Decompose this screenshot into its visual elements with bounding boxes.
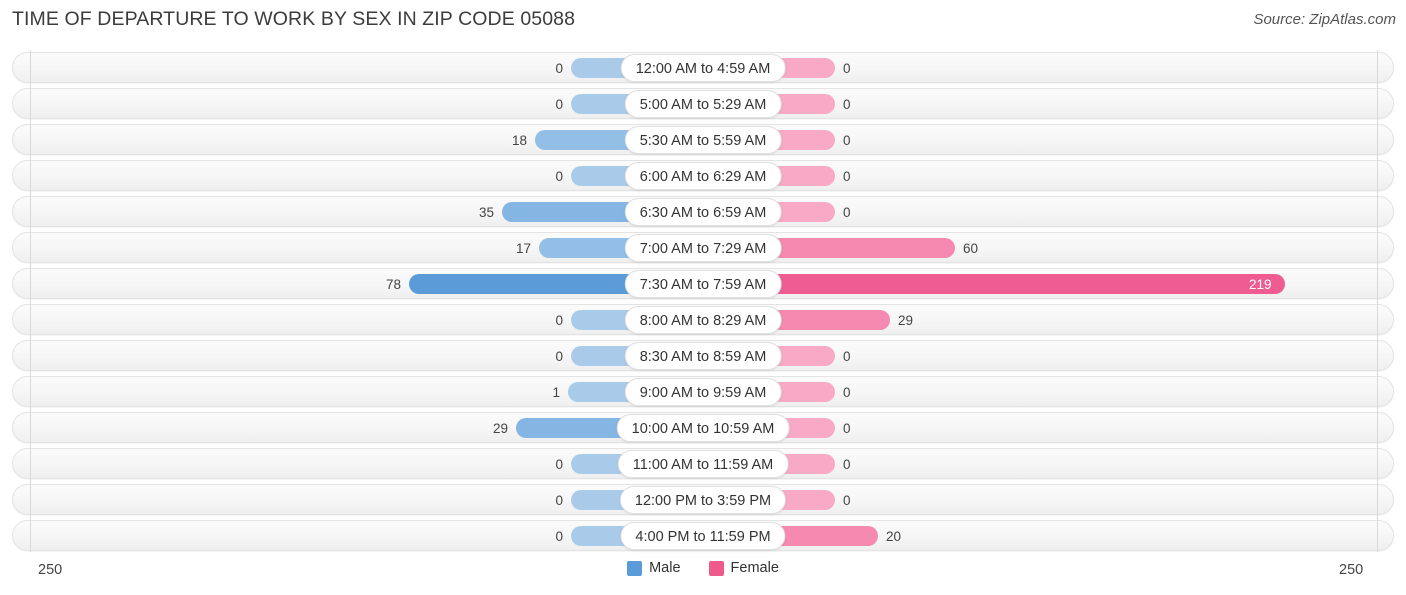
legend-item-female[interactable]: Female — [708, 560, 779, 576]
chart-row[interactable]: 0 29 8:00 AM to 8:29 AM — [0, 302, 1406, 338]
value-label-female: 0 — [843, 97, 851, 112]
category-pill[interactable]: 5:00 AM to 5:29 AM — [624, 90, 782, 118]
chart-header: TIME OF DEPARTURE TO WORK BY SEX IN ZIP … — [0, 0, 1406, 44]
value-label-female: 0 — [843, 61, 851, 76]
value-label-female: 219 — [1249, 277, 1272, 292]
value-label-female: 60 — [963, 241, 979, 256]
value-label-male: 78 — [385, 277, 401, 292]
chart-rows: 0 0 12:00 AM to 4:59 AM 0 0 5:00 AM to 5:29 A… — [0, 50, 1406, 554]
chart-row[interactable]: 0 0 12:00 AM to 4:59 AM — [0, 50, 1406, 86]
category-pill[interactable]: 12:00 PM to 3:59 PM — [619, 486, 787, 514]
category-pill[interactable]: 6:00 AM to 6:29 AM — [624, 162, 782, 190]
value-label-male: 0 — [555, 457, 563, 472]
value-label-male: 0 — [555, 61, 563, 76]
category-pill[interactable]: 11:00 AM to 11:59 AM — [617, 450, 789, 478]
chart-row[interactable]: 0 0 6:00 AM to 6:29 AM — [0, 158, 1406, 194]
chart-row[interactable]: 1 0 9:00 AM to 9:59 AM — [0, 374, 1406, 410]
chart-row[interactable]: 78 219 7:30 AM to 7:59 AM — [0, 266, 1406, 302]
chart-row[interactable]: 17 60 7:00 AM to 7:29 AM — [0, 230, 1406, 266]
category-pill[interactable]: 8:00 AM to 8:29 AM — [624, 306, 782, 334]
bar-male[interactable] — [409, 274, 641, 294]
legend-swatch-female-icon — [708, 560, 724, 576]
value-label-male: 0 — [555, 349, 563, 364]
value-label-female: 0 — [843, 205, 851, 220]
legend-swatch-male-icon — [627, 560, 643, 576]
chart-row[interactable]: 0 0 5:00 AM to 5:29 AM — [0, 86, 1406, 122]
gridline-right — [1377, 50, 1378, 552]
gridline-left — [30, 50, 31, 552]
bar-female[interactable] — [765, 310, 890, 330]
category-pill[interactable]: 5:30 AM to 5:59 AM — [624, 126, 782, 154]
legend-item-male[interactable]: Male — [627, 560, 681, 576]
bar-male[interactable] — [502, 202, 641, 222]
value-label-male: 0 — [555, 97, 563, 112]
value-label-male: 29 — [492, 421, 508, 436]
category-pill[interactable]: 8:30 AM to 8:59 AM — [624, 342, 782, 370]
category-pill[interactable]: 4:00 PM to 11:59 PM — [620, 522, 786, 550]
value-label-female: 0 — [843, 421, 851, 436]
chart-row[interactable]: 0 20 4:00 PM to 11:59 PM — [0, 518, 1406, 554]
value-label-female: 0 — [843, 169, 851, 184]
category-pill[interactable]: 6:30 AM to 6:59 AM — [624, 198, 782, 226]
legend-label-female: Female — [730, 560, 779, 576]
value-label-male: 1 — [552, 385, 560, 400]
chart-row[interactable]: 35 0 6:30 AM to 6:59 AM — [0, 194, 1406, 230]
value-label-female: 0 — [843, 133, 851, 148]
value-label-female: 0 — [843, 349, 851, 364]
value-label-female: 29 — [898, 313, 914, 328]
page-title: TIME OF DEPARTURE TO WORK BY SEX IN ZIP … — [12, 8, 576, 30]
chart-row[interactable]: 18 0 5:30 AM to 5:59 AM — [0, 122, 1406, 158]
value-label-male: 35 — [478, 205, 494, 220]
category-pill[interactable]: 7:00 AM to 7:29 AM — [624, 234, 782, 262]
value-label-male: 0 — [555, 529, 563, 544]
source-attribution: Source: ZipAtlas.com — [1253, 11, 1396, 28]
category-pill[interactable]: 7:30 AM to 7:59 AM — [624, 270, 782, 298]
legend-label-male: Male — [649, 560, 681, 576]
chart-row[interactable]: 0 0 8:30 AM to 8:59 AM — [0, 338, 1406, 374]
chart-row[interactable]: 29 0 10:00 AM to 10:59 AM — [0, 410, 1406, 446]
chart-row[interactable]: 0 0 12:00 PM to 3:59 PM — [0, 482, 1406, 518]
chart-legend: Male Female — [0, 560, 1406, 576]
bar-female[interactable] — [765, 238, 955, 258]
chart-row[interactable]: 0 0 11:00 AM to 11:59 AM — [0, 446, 1406, 482]
category-pill[interactable]: 10:00 AM to 10:59 AM — [616, 414, 790, 442]
chart-footer: 250 250 Male Female — [0, 552, 1406, 595]
category-pill[interactable]: 12:00 AM to 4:59 AM — [620, 54, 786, 82]
value-label-male: 18 — [511, 133, 527, 148]
bar-female[interactable] — [765, 274, 1285, 294]
value-label-male: 17 — [515, 241, 531, 256]
value-label-female: 20 — [886, 529, 902, 544]
value-label-female: 0 — [843, 493, 851, 508]
value-label-female: 0 — [843, 457, 851, 472]
value-label-male: 0 — [555, 313, 563, 328]
value-label-female: 0 — [843, 385, 851, 400]
value-label-male: 0 — [555, 169, 563, 184]
category-pill[interactable]: 9:00 AM to 9:59 AM — [624, 378, 782, 406]
chart-plot-area: 0 0 12:00 AM to 4:59 AM 0 0 5:00 AM to 5:29 A… — [0, 50, 1406, 555]
value-label-male: 0 — [555, 493, 563, 508]
